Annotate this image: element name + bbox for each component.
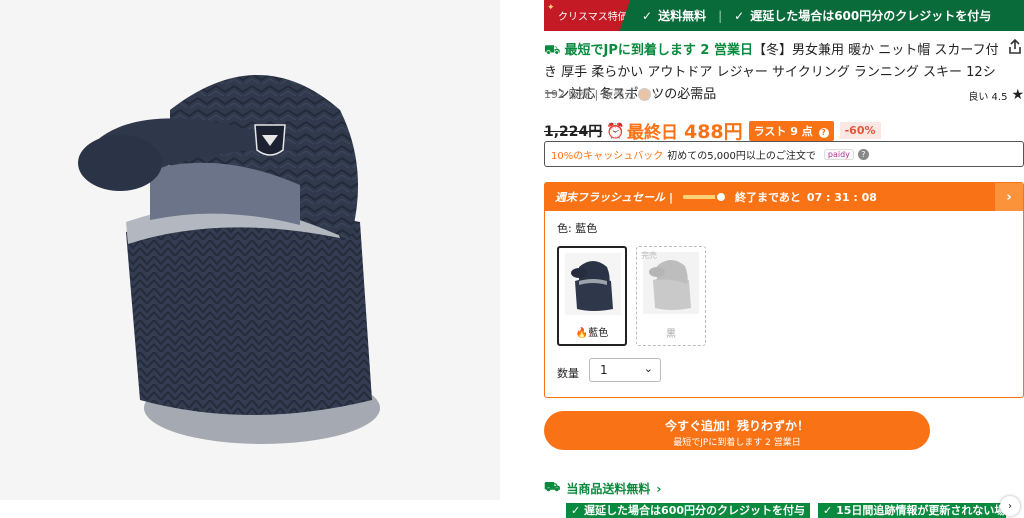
product-image[interactable] <box>0 0 500 500</box>
sparkle-icon: ✦ <box>547 3 555 13</box>
chevron-right-icon[interactable]: › <box>995 183 1023 211</box>
swatch-navy[interactable]: 🔥藍色 <box>557 246 627 346</box>
countdown-timer: 07 : 31 : 08 <box>806 190 877 204</box>
swatch-black[interactable]: 完売 黒 <box>636 246 706 346</box>
truck-icon: ⛟ <box>544 480 561 495</box>
beanie-scarf-image <box>0 0 500 500</box>
last-items-label: ラスト 9 点 <box>753 124 813 138</box>
discount-badge: -60% <box>839 122 881 139</box>
divider: | <box>669 190 674 204</box>
help-icon: ? <box>818 127 829 138</box>
final-day-label: 最終日 <box>626 123 678 143</box>
meta-separator: | <box>594 87 599 101</box>
promo-free-shipping: ✓ 送料無料 <box>642 7 706 24</box>
sales-meta: 192 販売 | 販売元 › <box>544 86 658 102</box>
product-info-panel: ✦ クリスマス特価 ✓ 送料無料 | ✓ 遅延した場合は600円分のクレジットを… <box>544 0 1024 518</box>
flash-sale-box: 週末フラッシュセール | 終了まであと 07 : 31 : 08 › 色: 藍色 <box>544 182 1024 398</box>
original-price: 1,224円 <box>544 123 603 140</box>
paidy-logo: paidy <box>823 148 854 160</box>
rating-label: 良い 4.5 <box>968 91 1008 103</box>
fire-icon: 🔥 <box>575 328 589 339</box>
christmas-sale-tag: ✦ クリスマス特価 <box>544 0 630 31</box>
chevron-right-icon: › <box>656 481 662 496</box>
chevron-right-icon[interactable]: › <box>653 88 657 101</box>
price-row: 1,224円 ⏰ 最終日 488円 ラスト 9 点 ? -60% <box>544 117 881 144</box>
navy-hat-thumbnail <box>565 253 621 315</box>
black-hat-thumbnail <box>643 252 699 314</box>
check-icon: ✓ <box>734 8 745 23</box>
chevron-down-icon: ⌄ <box>643 362 653 375</box>
progress-knob <box>715 191 728 203</box>
scroll-right-button[interactable]: › <box>1000 496 1020 516</box>
check-icon: ✓ <box>642 8 653 23</box>
rating[interactable]: 良い 4.5 ★ <box>968 87 1024 103</box>
sold-count: 192 販売 <box>544 88 591 101</box>
last-items-badge[interactable]: ラスト 9 点 ? <box>748 120 834 141</box>
guarantee-badge-text: 15日間追跡情報が更新されない場合は返金 <box>836 504 1006 517</box>
guarantee-badge: ✓ 15日間追跡情報が更新されない場合は返金 <box>818 503 1006 518</box>
add-to-cart-label: 今すぐ追加！残りわずか！ <box>664 419 809 433</box>
flash-sale-progress <box>683 191 728 203</box>
cashback-text: 初めての5,000円以上のご注文で <box>667 150 816 162</box>
add-to-cart-sublabel: 最短でJPに到着します 2 営業日 <box>673 438 801 448</box>
end-countdown-label: 終了まであと <box>735 191 801 204</box>
progress-fill <box>683 195 718 199</box>
promo-separator: | <box>718 8 723 23</box>
seller-avatar[interactable] <box>638 87 652 101</box>
sold-out-label: 完売 <box>641 251 657 260</box>
guarantee-badge-text: 遅延した場合は600円分のクレジットを付与 <box>584 504 806 517</box>
chevron-right-icon: › <box>1008 500 1012 512</box>
promo-bar[interactable]: ✦ クリスマス特価 ✓ 送料無料 | ✓ 遅延した場合は600円分のクレジットを… <box>544 0 1024 31</box>
seller-link[interactable]: 販売元 <box>602 86 635 102</box>
help-icon[interactable]: ? <box>857 148 869 160</box>
quantity-select[interactable]: 1 ⌄ <box>589 358 661 382</box>
color-label: 色: 藍色 <box>557 222 598 235</box>
shipping-estimate: 最短でJPに到着します 2 営業日 <box>564 43 753 58</box>
sale-price: 488円 <box>683 121 743 143</box>
swatch-navy-label: 🔥藍色 <box>559 324 625 339</box>
cashback-banner[interactable]: 10%のキャッシュバック 初めての5,000円以上のご注文で paidy ? <box>544 141 1024 167</box>
swatch-black-label: 黒 <box>666 329 676 340</box>
alarm-clock-icon: ⏰ <box>606 121 625 140</box>
free-shipping-link[interactable]: ⛟ 当商品送料無料 › <box>544 480 661 497</box>
share-icon[interactable] <box>1006 38 1024 56</box>
star-icon: ★ <box>1011 87 1024 103</box>
quantity-label: 数量 <box>557 367 579 380</box>
quantity-value: 1 <box>600 363 608 377</box>
flash-sale-label: 週末フラッシュセール <box>555 191 665 204</box>
flash-sale-header[interactable]: 週末フラッシュセール | 終了まであと 07 : 31 : 08 › <box>545 183 1023 211</box>
cashback-highlight: 10%のキャッシュバック <box>551 150 664 162</box>
promo-delay-credit: ✓ 遅延した場合は600円分のクレジットを付与 <box>734 7 991 24</box>
promo-free-shipping-label: 送料無料 <box>658 9 707 23</box>
guarantee-badge: ✓ 遅延した場合は600円分のクレジットを付与 <box>566 503 811 518</box>
guarantee-badges: ✓ 遅延した場合は600円分のクレジットを付与 ✓ 15日間追跡情報が更新されない… <box>566 503 1006 518</box>
christmas-sale-label: クリスマス特価 <box>558 12 628 23</box>
add-to-cart-button[interactable]: 今すぐ追加！残りわずか！ 最短でJPに到着します 2 営業日 <box>544 411 930 450</box>
promo-delay-credit-label: 遅延した場合は600円分のクレジットを付与 <box>750 9 992 23</box>
product-page: ✦ クリスマス特価 ✓ 送料無料 | ✓ 遅延した場合は600円分のクレジットを… <box>0 0 1024 518</box>
swatch-navy-text: 藍色 <box>588 328 609 339</box>
truck-icon: ⛟ <box>544 43 561 58</box>
free-shipping-label: 当商品送料無料 <box>566 482 651 496</box>
